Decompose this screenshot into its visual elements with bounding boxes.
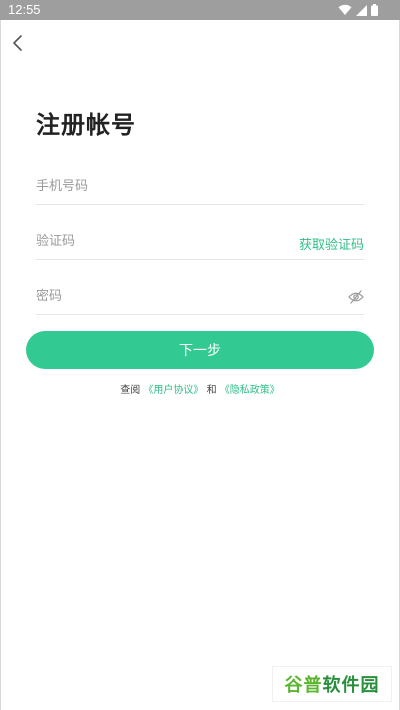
agreement-notice: 查阅 《用户协议》 和 《隐私政策》: [0, 384, 400, 398]
watermark-text-2: 软件园: [322, 675, 380, 696]
next-button[interactable]: 下一步: [26, 331, 374, 369]
phone-field: [36, 170, 364, 205]
password-input[interactable]: [36, 284, 286, 308]
status-icons: [338, 3, 378, 17]
page-title: 注册帐号: [36, 111, 136, 139]
verification-code-input[interactable]: [36, 229, 286, 253]
chevron-left-icon: [8, 32, 30, 54]
agreement-prefix: 查阅: [120, 385, 141, 396]
back-button[interactable]: [8, 32, 30, 54]
eye-off-icon[interactable]: [348, 290, 364, 304]
status-time: 12:55: [8, 2, 41, 17]
watermark-logo: 谷普 软件园: [272, 666, 392, 702]
get-code-button[interactable]: 获取验证码: [299, 234, 364, 253]
user-agreement-link[interactable]: 《用户协议》: [143, 385, 203, 396]
verification-code-field: 获取验证码: [36, 225, 364, 260]
status-bar: 12:55: [0, 0, 400, 20]
watermark-text-1: 谷普: [284, 675, 323, 696]
privacy-policy-link[interactable]: 《隐私政策》: [220, 385, 280, 396]
phone-input[interactable]: [36, 174, 286, 198]
frame-border-left: [0, 20, 1, 710]
password-field: [36, 280, 364, 315]
agreement-conjunction: 和: [206, 385, 217, 396]
wifi-icon: [338, 4, 352, 16]
battery-icon: [371, 4, 378, 16]
cell-signal-icon: [356, 4, 367, 16]
